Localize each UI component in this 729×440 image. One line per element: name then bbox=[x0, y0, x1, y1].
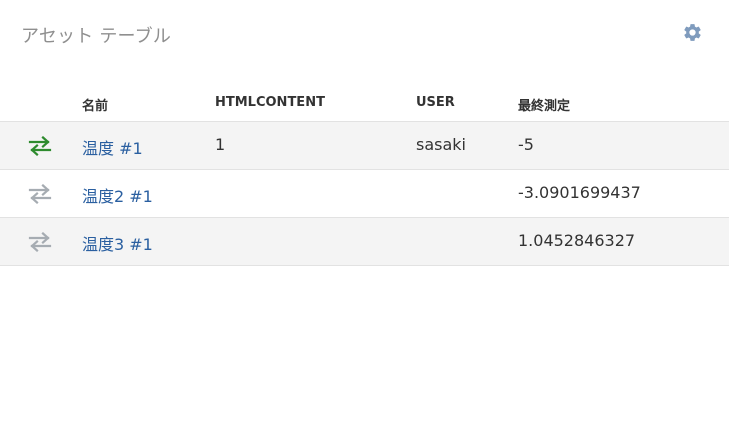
column-header-name[interactable]: 名前 bbox=[82, 95, 108, 114]
column-header-htmlcontent[interactable]: HTMLCONTENT bbox=[215, 95, 325, 110]
last-measurement-cell: 1.0452846327 bbox=[518, 231, 636, 250]
sync-arrows-icon bbox=[28, 184, 52, 204]
asset-table-widget: アセット テーブル 名前 HTMLCONTENT USER 最終測定 温度 #1… bbox=[0, 0, 729, 440]
user-cell: sasaki bbox=[416, 135, 466, 154]
sync-arrows-icon bbox=[28, 136, 52, 156]
asset-name-link[interactable]: 温度2 #1 bbox=[82, 183, 153, 207]
last-measurement-cell: -3.0901699437 bbox=[518, 183, 641, 202]
gear-icon[interactable] bbox=[682, 22, 703, 43]
table-row[interactable]: 温度2 #1 -3.0901699437 bbox=[0, 170, 729, 218]
table-row[interactable]: 温度 #1 1 sasaki -5 bbox=[0, 122, 729, 170]
column-header-user[interactable]: USER bbox=[416, 95, 455, 110]
asset-name-link[interactable]: 温度3 #1 bbox=[82, 231, 153, 255]
last-measurement-cell: -5 bbox=[518, 135, 534, 154]
asset-table: 名前 HTMLCONTENT USER 最終測定 温度 #1 1 sasaki … bbox=[0, 88, 729, 266]
asset-name-link[interactable]: 温度 #1 bbox=[82, 135, 143, 159]
sync-arrows-icon bbox=[28, 232, 52, 252]
widget-title: アセット テーブル bbox=[21, 26, 172, 47]
table-header: 名前 HTMLCONTENT USER 最終測定 bbox=[0, 88, 729, 122]
htmlcontent-cell: 1 bbox=[215, 135, 226, 154]
column-header-last-measurement[interactable]: 最終測定 bbox=[518, 95, 570, 114]
table-row[interactable]: 温度3 #1 1.0452846327 bbox=[0, 218, 729, 266]
